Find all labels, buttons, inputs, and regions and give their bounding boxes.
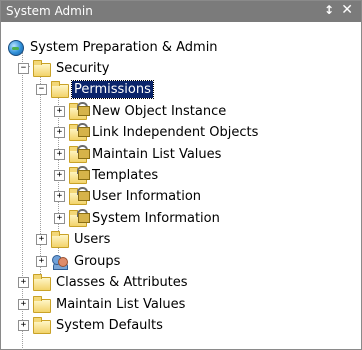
tree-item-label: Maintain List Values xyxy=(92,146,222,162)
expand-icon[interactable]: + xyxy=(54,126,65,138)
locked-folder-icon xyxy=(69,145,90,163)
tree-item-classes-attributes[interactable]: + Classes & Attributes xyxy=(18,271,190,293)
pin-icon[interactable]: ↕ xyxy=(324,3,334,17)
tree-item-new-object-instance[interactable]: + New Object Instance xyxy=(54,100,228,122)
tree-item-label: Users xyxy=(74,231,111,247)
folder-icon xyxy=(33,60,51,77)
panel-titlebar: System Admin ↕ ✕ xyxy=(1,1,361,22)
tree-item-permissions[interactable]: − Permissions xyxy=(36,78,154,100)
expand-icon[interactable]: + xyxy=(18,276,29,288)
collapse-icon[interactable]: − xyxy=(36,83,47,95)
tree-item-maintain-list-values[interactable]: + Maintain List Values xyxy=(18,293,187,315)
expand-icon[interactable]: + xyxy=(54,212,65,224)
folder-icon xyxy=(51,81,69,98)
tree-item-system-information[interactable]: + System Information xyxy=(54,207,222,229)
expand-icon[interactable]: + xyxy=(36,255,47,267)
expand-icon[interactable]: + xyxy=(18,319,29,331)
tree-item-label: Maintain List Values xyxy=(56,296,186,312)
close-icon[interactable]: ✕ xyxy=(341,2,353,18)
tree-item-maintain-list-values-perm[interactable]: + Maintain List Values xyxy=(54,143,223,165)
tree-item-label: System Information xyxy=(92,210,220,226)
collapse-icon[interactable]: − xyxy=(18,62,29,74)
groups-icon xyxy=(51,253,69,270)
tree-item-users[interactable]: + Users xyxy=(36,228,112,250)
tree-item-label: New Object Instance xyxy=(92,103,227,119)
folder-icon xyxy=(51,231,69,248)
folder-icon xyxy=(33,274,51,291)
locked-folder-icon xyxy=(69,123,90,141)
tree-item-label: Classes & Attributes xyxy=(56,274,188,290)
tree-item-label: System Defaults xyxy=(56,317,163,333)
folder-icon xyxy=(33,317,51,334)
expand-icon[interactable]: + xyxy=(54,169,65,181)
tree-item-root[interactable]: System Preparation & Admin xyxy=(7,36,220,58)
expand-icon[interactable]: + xyxy=(54,190,65,202)
tree-item-label: User Information xyxy=(92,188,202,204)
expand-icon[interactable]: + xyxy=(54,148,65,160)
locked-folder-icon xyxy=(69,187,90,205)
locked-folder-icon xyxy=(69,166,90,184)
locked-folder-icon xyxy=(69,209,90,227)
locked-folder-icon xyxy=(69,102,90,120)
tree-item-groups[interactable]: + Groups xyxy=(36,250,122,272)
tree-item-link-independent-objects[interactable]: + Link Independent Objects xyxy=(54,121,260,143)
tree-item-templates[interactable]: + Templates xyxy=(54,164,160,186)
panel-title: System Admin xyxy=(6,4,93,18)
tree-item-label-selected: Permissions xyxy=(71,79,154,99)
globe-icon xyxy=(7,39,25,56)
tree-item-security[interactable]: − Security xyxy=(18,57,111,79)
tree-item-label: Templates xyxy=(92,167,159,183)
tree-item-system-defaults[interactable]: + System Defaults xyxy=(18,314,165,336)
folder-icon xyxy=(33,296,51,313)
tree-item-label: Link Independent Objects xyxy=(92,124,259,140)
tree-item-label: System Preparation & Admin xyxy=(30,39,218,55)
expand-icon[interactable]: + xyxy=(36,233,47,245)
expand-icon[interactable]: + xyxy=(18,298,29,310)
tree-item-user-information[interactable]: + User Information xyxy=(54,185,203,207)
tree-item-label: Security xyxy=(56,60,110,76)
tree-item-label: Groups xyxy=(74,253,121,269)
expand-icon[interactable]: + xyxy=(54,105,65,117)
system-admin-panel: System Admin ↕ ✕ System Preparation & Ad… xyxy=(0,0,362,350)
